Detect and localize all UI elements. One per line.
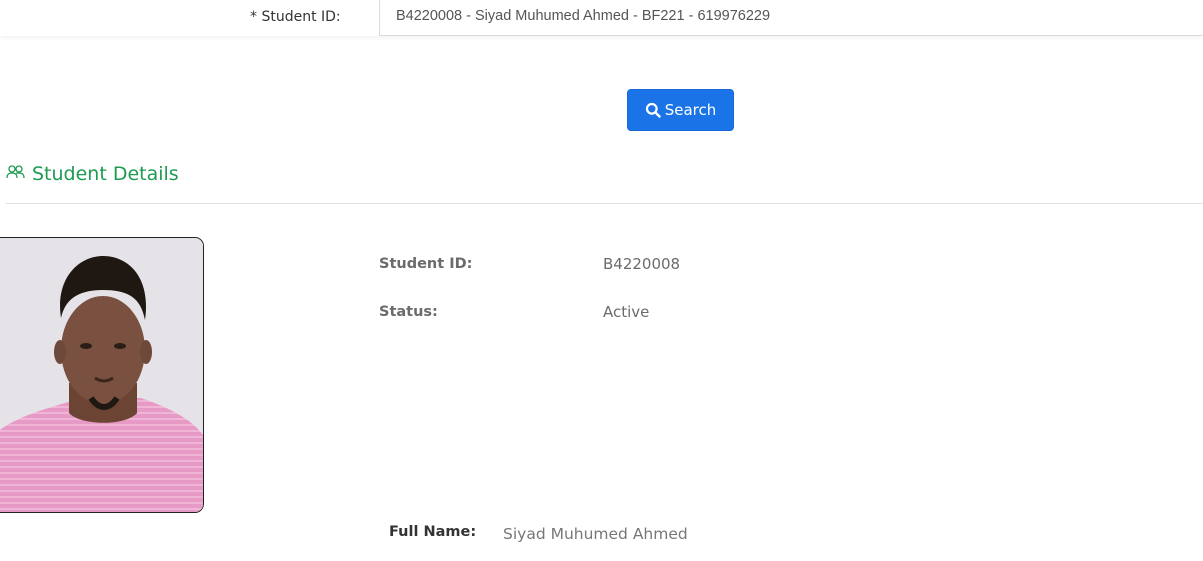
status-value: Active — [603, 303, 650, 321]
full-name-value: Siyad Muhumed Ahmed — [503, 525, 688, 543]
student-details-heading: Student Details — [6, 163, 179, 185]
student-id-select-value: B4220008 - Siyad Muhumed Ahmed - BF221 -… — [396, 8, 771, 24]
search-icon — [645, 102, 661, 118]
status-label: Status: — [379, 304, 438, 320]
student-id-value: B4220008 — [603, 255, 681, 273]
student-id-field-label: * Student ID: — [250, 9, 341, 25]
users-icon — [6, 163, 26, 185]
student-id-select[interactable]: B4220008 - Siyad Muhumed Ahmed - BF221 -… — [379, 0, 1203, 36]
section-divider — [6, 203, 1203, 204]
section-title: Student Details — [32, 163, 179, 185]
student-photo — [0, 237, 204, 513]
full-name-label: Full Name: — [389, 524, 477, 540]
search-form-bar: * Student ID: B4220008 - Siyad Muhumed A… — [0, 0, 1203, 36]
search-button[interactable]: Search — [627, 89, 734, 131]
student-id-label: Student ID: — [379, 256, 473, 272]
search-button-label: Search — [664, 101, 717, 119]
